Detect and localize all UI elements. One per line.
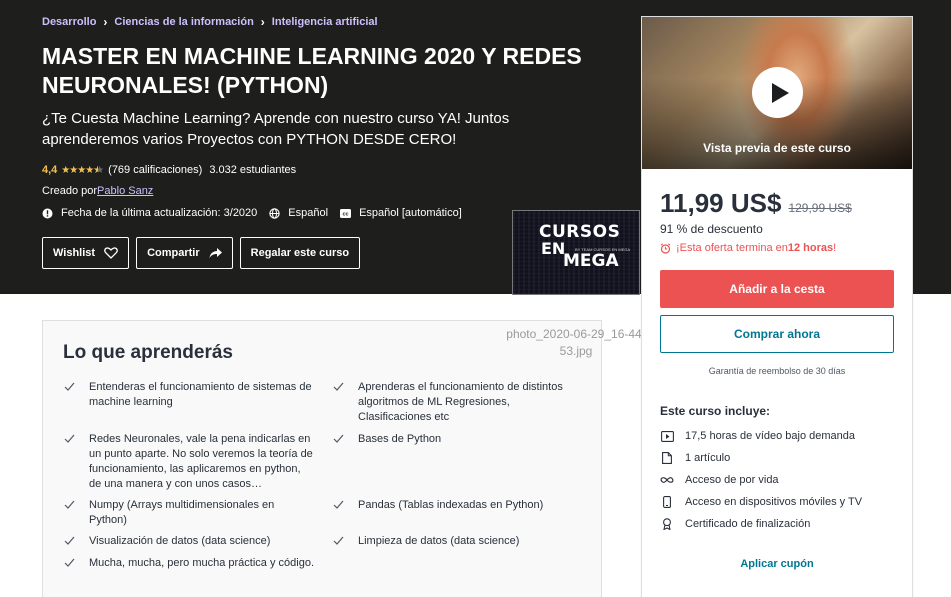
include-lifetime: Acceso de por vida <box>660 474 779 486</box>
creator-label: Creado por <box>42 185 98 197</box>
current-price: 11,99 US$ <box>660 188 782 218</box>
language: Español <box>269 207 328 219</box>
learn-item: Bases de Python <box>333 432 583 447</box>
check-icon <box>333 500 344 509</box>
learn-title: Lo que aprenderás <box>63 342 233 363</box>
apply-coupon-link[interactable]: Aplicar cupón <box>642 558 912 570</box>
price-row: 11,99 US$ 129,99 US$ <box>660 188 852 219</box>
author-link[interactable]: Pablo Sanz <box>97 185 153 197</box>
rating-value: 4,4 <box>42 164 58 176</box>
star-rating-icon: ★★★★★★ <box>61 164 104 176</box>
share-button[interactable]: Compartir <box>136 237 233 269</box>
svg-text:cc: cc <box>343 211 349 217</box>
gift-course-button[interactable]: Regalar este curso <box>239 237 361 269</box>
chevron-right-icon: › <box>103 15 108 29</box>
award-ribbon-icon <box>660 518 674 530</box>
original-price: 129,99 US$ <box>788 201 852 215</box>
check-icon <box>333 536 344 545</box>
learn-item: Mucha, mucha, pero mucha práctica y códi… <box>64 556 314 571</box>
globe-icon <box>269 207 280 219</box>
include-mobile: Acceso en dispositivos móviles y TV <box>660 496 862 508</box>
check-icon <box>64 558 75 567</box>
check-icon <box>333 434 344 443</box>
learn-item: Limpieza de datos (data science) <box>333 534 583 549</box>
money-back-guarantee: Garantía de reembolso de 30 días <box>708 366 846 376</box>
heart-icon <box>104 247 118 259</box>
course-subtitle: ¿Te Cuesta Machine Learning? Aprende con… <box>42 110 510 148</box>
learn-item: Visualización de datos (data science) <box>64 534 314 549</box>
include-video: 17,5 horas de vídeo bajo demanda <box>660 430 855 442</box>
ratings-count[interactable]: (769 calificaciones) <box>108 164 202 176</box>
learn-item: Redes Neuronales, vale la pena indicarla… <box>64 432 314 492</box>
alarm-clock-icon <box>660 242 671 254</box>
learn-item: Entenderas el funcionamiento de sistemas… <box>64 380 314 410</box>
preview-label: Vista previa de este curso <box>703 141 851 155</box>
alert-badge-icon <box>42 208 53 219</box>
closed-captions-icon: cc <box>340 208 352 219</box>
learn-item: Numpy (Arrays multidimensionales en Pyth… <box>64 498 314 528</box>
what-you-learn-box: Lo que aprenderás Entenderas el funciona… <box>42 320 602 597</box>
learn-item: Aprenderas el funcionamiento de distinto… <box>333 380 583 425</box>
offer-timer: ¡Esta oferta termina en 12 horas! <box>660 242 836 254</box>
check-icon <box>64 536 75 545</box>
share-arrow-icon <box>209 247 222 258</box>
action-buttons: Wishlist Compartir Regalar este curso <box>42 237 367 269</box>
meta-row: Fecha de la última actualización: 3/2020… <box>42 207 474 219</box>
chevron-right-icon: › <box>260 15 265 29</box>
course-preview[interactable]: Vista previa de este curso <box>642 17 912 169</box>
last-update: Fecha de la última actualización: 3/2020 <box>42 207 257 219</box>
breadcrumb-desarrollo[interactable]: Desarrollo <box>42 16 96 28</box>
learn-item: Pandas (Tablas indexadas en Python) <box>333 498 583 513</box>
include-article: 1 artículo <box>660 452 730 464</box>
check-icon <box>64 382 75 391</box>
wishlist-button[interactable]: Wishlist <box>42 237 130 269</box>
play-icon[interactable] <box>752 67 803 118</box>
mobile-phone-icon <box>660 496 674 508</box>
breadcrumb: Desarrollo › Ciencias de la información … <box>42 15 378 29</box>
add-to-cart-button[interactable]: Añadir a la cesta <box>660 270 894 308</box>
buy-now-button[interactable]: Comprar ahora <box>660 315 894 353</box>
video-play-icon <box>660 430 674 442</box>
rating-row: 4,4 ★★★★★★ (769 calificaciones) 3.032 es… <box>42 164 296 176</box>
course-title: MASTER EN MACHINE LEARNING 2020 Y REDES … <box>42 43 582 98</box>
captions: cc Español [automático] <box>340 207 462 219</box>
breadcrumb-ia[interactable]: Inteligencia artificial <box>272 16 378 28</box>
students-count: 3.032 estudiantes <box>209 164 297 176</box>
check-icon <box>333 382 344 391</box>
check-icon <box>64 500 75 509</box>
includes-title: Este curso incluye: <box>660 404 771 418</box>
creator-line: Creado porPablo Sanz <box>42 185 153 197</box>
discount-label: 91 % de descuento <box>660 222 763 236</box>
document-icon <box>660 452 674 464</box>
promo-image: CURSOS BY TEAM CURSOS EN MEGA EN MEGA <box>512 210 640 295</box>
breadcrumb-ciencias[interactable]: Ciencias de la información <box>114 16 253 28</box>
infinity-icon <box>660 474 674 486</box>
image-filename-caption: photo_2020-06-29_16-44-53.jpg <box>506 327 646 358</box>
check-icon <box>64 434 75 443</box>
include-certificate: Certificado de finalización <box>660 518 810 530</box>
purchase-sidebar: Vista previa de este curso 11,99 US$ 129… <box>641 16 913 597</box>
